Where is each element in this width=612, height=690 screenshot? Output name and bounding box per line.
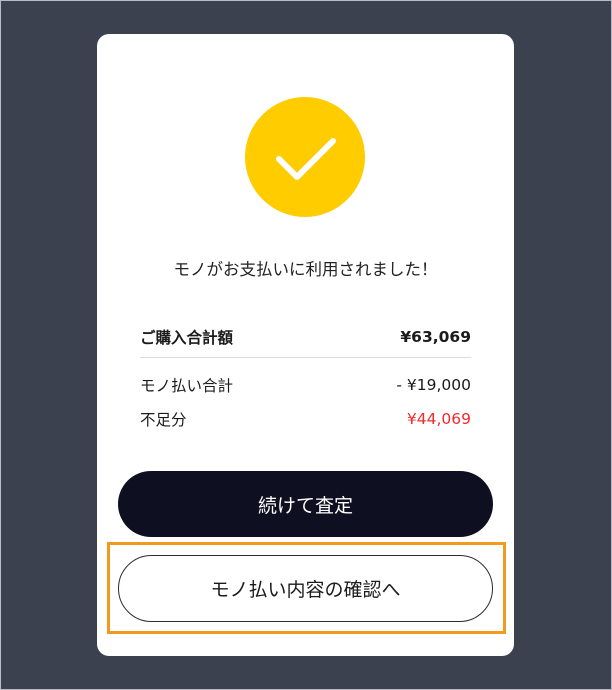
purchase-total-row: ご購入合計額 ¥63,069: [140, 326, 471, 348]
success-checkmark-icon: [245, 97, 365, 217]
shortage-label: 不足分: [140, 411, 187, 429]
purchase-total-value: ¥63,069: [400, 328, 471, 346]
mono-payment-label: モノ払い合計: [140, 377, 234, 395]
continue-appraisal-button[interactable]: 続けて査定: [118, 471, 493, 537]
shortage-value: ¥44,069: [406, 410, 471, 428]
success-message: モノがお支払いに利用されました！: [173, 260, 438, 279]
summary-divider: [140, 357, 471, 358]
mono-payment-row: モノ払い合計 - ¥19,000: [140, 374, 471, 396]
purchase-total-label: ご購入合計額: [140, 329, 234, 347]
mono-payment-value: - ¥19,000: [396, 376, 471, 394]
highlight-outline: [107, 542, 506, 634]
shortage-row: 不足分 ¥44,069: [140, 408, 471, 430]
